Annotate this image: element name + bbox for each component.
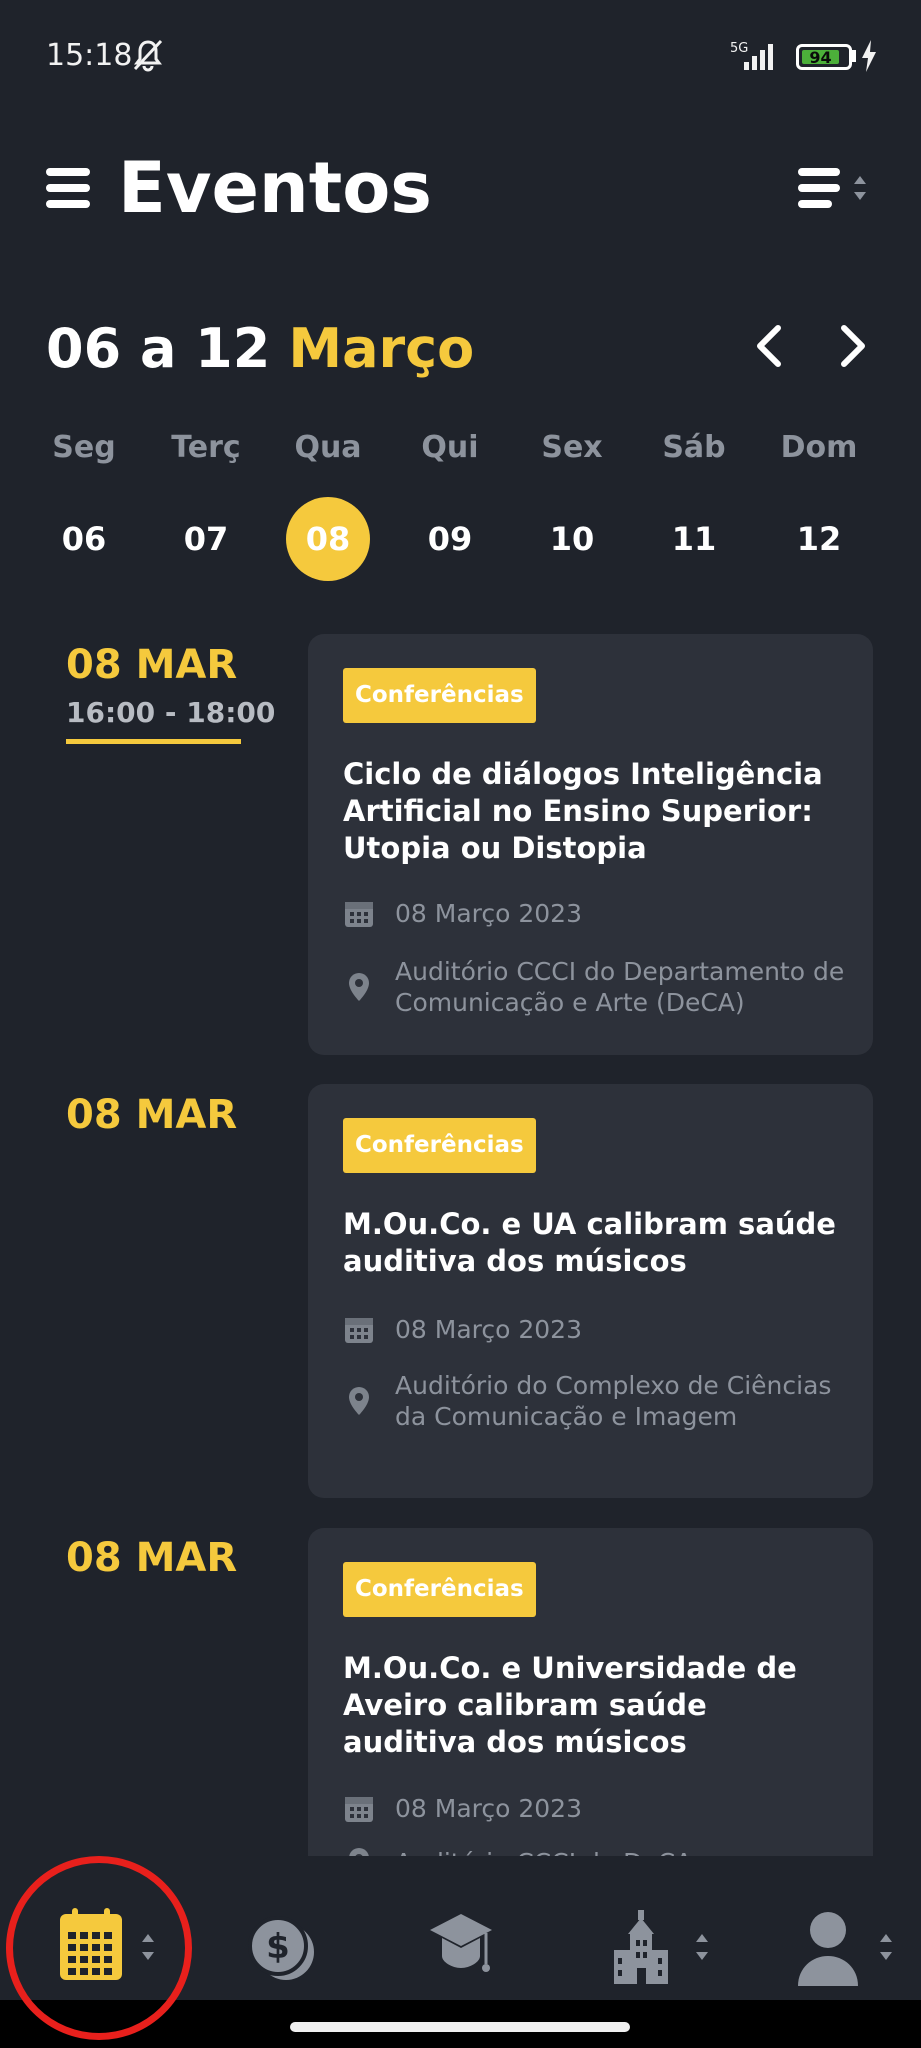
day-08-selected[interactable]: 08 <box>286 497 370 581</box>
event-location: Auditório CCCI do Departamento de Comuni… <box>395 957 845 1017</box>
event-date: 08 Março 2023 <box>395 1793 582 1823</box>
sort-menu-icon[interactable] <box>798 168 870 208</box>
previous-week-button[interactable] <box>752 322 788 370</box>
calendar-icon <box>345 902 373 927</box>
day-name-sex: Sex <box>541 430 603 465</box>
week-range-days: 06 a 12 <box>46 317 271 380</box>
calendar-icon <box>345 1797 373 1822</box>
event-date: 08 Março 2023 <box>395 1314 582 1344</box>
time-underline <box>66 739 241 744</box>
day-name-seg: Seg <box>52 430 116 465</box>
building-icon[interactable] <box>612 1906 716 1988</box>
bell-muted-icon <box>133 39 163 72</box>
event-title: M.Ou.Co. e UA calibram saúde auditiva do… <box>343 1207 836 1278</box>
event-date: 08 Março 2023 <box>395 898 582 928</box>
battery-indicator: 94 <box>796 44 852 70</box>
battery-level: 94 <box>802 50 839 66</box>
event-card[interactable]: Conferências Ciclo de diálogos Inteligên… <box>308 634 873 1055</box>
calendar-icon <box>345 1318 373 1343</box>
svg-text:$: $ <box>266 1927 290 1967</box>
menu-icon[interactable] <box>46 168 90 208</box>
category-tag: Conferências <box>343 668 536 723</box>
event-time-label: 16:00 - 18:00 <box>66 696 276 729</box>
event-date-row: 08 Março 2023 <box>343 1313 853 1345</box>
day-name-sab: Sáb <box>662 430 726 465</box>
signal-icon: 5G <box>730 41 773 70</box>
event-location-row: Auditório do Complexo de Ciências da Com… <box>343 1370 853 1432</box>
charging-icon <box>862 40 876 72</box>
event-location-row: Auditório CCCI do Departamento de Comuni… <box>343 956 853 1018</box>
category-tag: Conferências <box>343 1562 536 1617</box>
day-07[interactable]: 07 <box>164 497 248 581</box>
home-indicator[interactable] <box>290 2022 630 2032</box>
event-date-label: 08 MAR <box>66 1092 238 1138</box>
event-date-label: 08 MAR <box>66 642 238 688</box>
day-name-qua: Qua <box>294 430 362 465</box>
day-name-terc: Terç <box>171 430 241 465</box>
status-time: 15:18 <box>46 38 133 73</box>
day-name-qui: Qui <box>421 430 479 465</box>
next-week-button[interactable] <box>834 322 870 370</box>
user-icon[interactable] <box>796 1906 900 1988</box>
event-date-label: 08 MAR <box>66 1535 238 1581</box>
event-title: Ciclo de diálogos Inteligência Artificia… <box>343 757 823 865</box>
week-range: 06 a 12 Março <box>46 314 474 384</box>
day-09[interactable]: 09 <box>408 497 492 581</box>
battery-tip <box>852 50 856 62</box>
location-pin-icon <box>349 973 369 1001</box>
event-date-row: 08 Março 2023 <box>343 897 853 929</box>
category-tag: Conferências <box>343 1118 536 1173</box>
day-10[interactable]: 10 <box>530 497 614 581</box>
money-icon[interactable]: $ <box>246 1906 318 1988</box>
day-11[interactable]: 11 <box>652 497 736 581</box>
day-12[interactable]: 12 <box>777 497 861 581</box>
svg-text:5G: 5G <box>730 41 748 56</box>
day-name-dom: Dom <box>780 430 858 465</box>
event-title: M.Ou.Co. e Universidade de Aveiro calibr… <box>343 1651 797 1759</box>
day-06[interactable]: 06 <box>42 497 126 581</box>
event-date-row: 08 Março 2023 <box>343 1792 853 1824</box>
week-range-month: Março <box>288 317 475 380</box>
event-card[interactable]: Conferências M.Ou.Co. e UA calibram saúd… <box>308 1084 873 1498</box>
location-pin-icon <box>349 1387 369 1415</box>
page-title: Eventos <box>118 147 432 229</box>
event-location: Auditório do Complexo de Ciências da Com… <box>395 1371 832 1431</box>
annotation-circle <box>6 1856 192 2040</box>
graduation-cap-icon[interactable] <box>428 1906 494 1988</box>
